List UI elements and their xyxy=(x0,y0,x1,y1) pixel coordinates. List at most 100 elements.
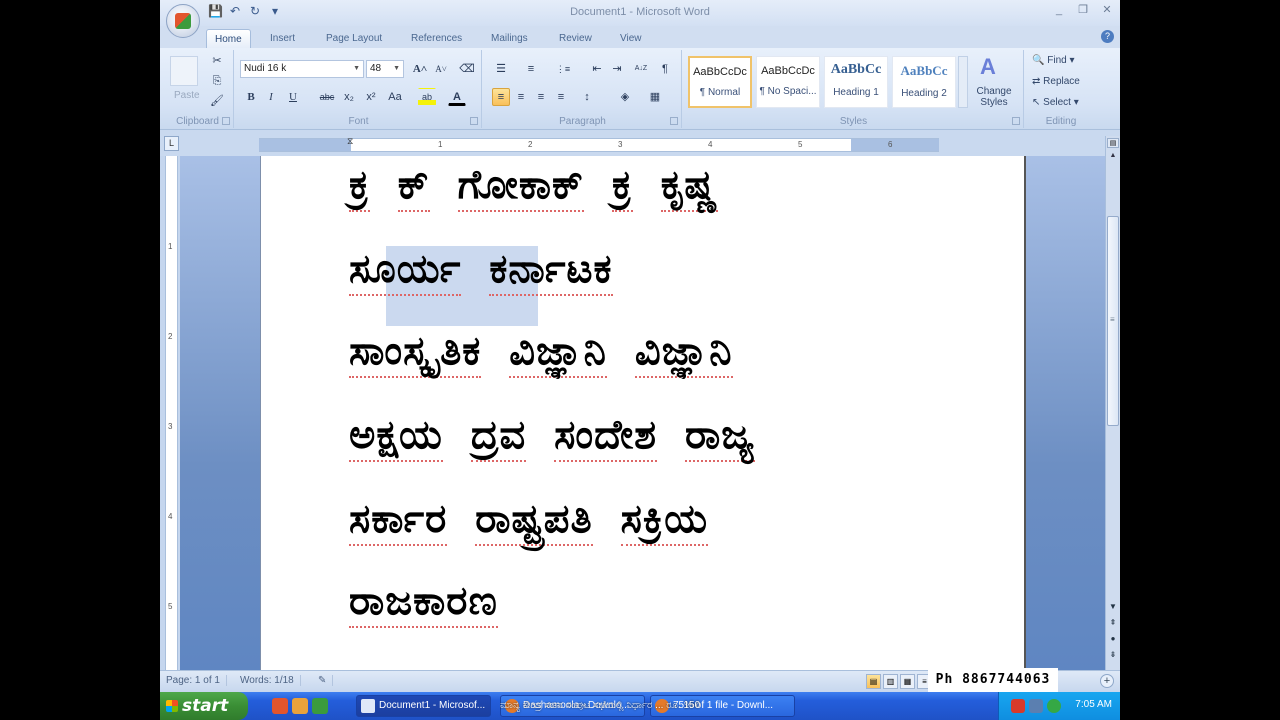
browse-object-icon[interactable]: ● xyxy=(1107,634,1119,646)
scroll-thumb[interactable]: ≡ xyxy=(1107,216,1119,426)
select-button[interactable]: ↖ Select ▾ xyxy=(1032,97,1079,108)
styles-group: AaBbCcDc ¶ Normal AaBbCcDc ¶ No Spaci...… xyxy=(684,50,1024,128)
print-layout-button[interactable]: ▤ xyxy=(866,674,881,689)
style-heading-1[interactable]: AaBbCc Heading 1 xyxy=(824,56,888,108)
multilevel-list-button[interactable]: ⋮≡ xyxy=(554,60,572,78)
tray-icon[interactable] xyxy=(1011,699,1025,713)
scroll-down-arrow[interactable]: ▼ xyxy=(1107,602,1119,614)
tray-icon[interactable] xyxy=(1029,699,1043,713)
shading-button[interactable]: ◈ xyxy=(616,88,634,106)
quick-launch-icon[interactable] xyxy=(272,698,288,714)
doc-line-1[interactable]: ಕ್ರ ಕ್ ಗೋಕಾಕ್ ಕ್ರ ಕೃಷ್ಣ xyxy=(349,162,746,212)
justify-button[interactable]: ≡ xyxy=(552,88,570,106)
tab-references[interactable]: References xyxy=(403,29,470,48)
office-button[interactable] xyxy=(166,4,200,38)
redo-icon[interactable]: ↻ xyxy=(248,4,262,18)
save-icon[interactable]: 💾 xyxy=(208,4,223,18)
style-no-spacing[interactable]: AaBbCcDc ¶ No Spaci... xyxy=(756,56,820,108)
strikethrough-button[interactable]: abc xyxy=(316,88,338,106)
quick-launch-icon[interactable] xyxy=(292,698,308,714)
help-icon[interactable]: ? xyxy=(1101,30,1114,43)
doc-line-6[interactable]: ರಾಜಕಾರಣ xyxy=(349,578,526,628)
vertical-scrollbar[interactable]: ▤ ▲ ≡ ▼ ⇞ ● ⇟ xyxy=(1105,136,1120,670)
align-right-button[interactable]: ≡ xyxy=(532,88,550,106)
taskbar-item-word[interactable]: Document1 - Microsof... xyxy=(356,695,491,717)
undo-icon[interactable]: ↶ xyxy=(228,4,242,18)
doc-line-2[interactable]: ಸೂರ್ಯ ಕರ್ನಾಟಕ xyxy=(349,246,641,296)
style-heading-2[interactable]: AaBbCc Heading 2 xyxy=(892,56,956,108)
highlight-button[interactable]: ab xyxy=(418,88,436,106)
show-marks-button[interactable]: ¶ xyxy=(656,60,674,78)
replace-button[interactable]: ⇄ Replace xyxy=(1032,76,1080,87)
borders-button[interactable]: ▦ xyxy=(646,88,664,106)
find-button[interactable]: 🔍 Find ▾ xyxy=(1032,55,1075,66)
tab-insert[interactable]: Insert xyxy=(262,29,303,48)
bullets-button[interactable]: ☰ xyxy=(492,60,510,78)
doc-line-5[interactable]: ಸರ್ಕಾರ ರಾಷ್ಟ್ರಪತಿ ಸಕ್ರಿಯ xyxy=(349,496,736,546)
quick-access-toolbar: 💾 ↶ ↻ ▾ xyxy=(208,4,282,18)
font-size-combo[interactable]: 48 ▼ xyxy=(366,60,404,78)
numbering-button[interactable]: ≡ xyxy=(522,60,540,78)
center-button[interactable]: ≡ xyxy=(512,88,530,106)
doc-line-3[interactable]: ಸಾಂಸ್ಕೃತಿಕ ವಿಜ್ಞಾನಿ ವಿಜ್ಞಾನಿ xyxy=(349,328,761,378)
start-button[interactable]: start xyxy=(160,692,248,720)
decrease-indent-button[interactable]: ⇤ xyxy=(588,60,606,78)
subscript-button[interactable]: x₂ xyxy=(340,88,358,106)
web-layout-button[interactable]: ▦ xyxy=(900,674,915,689)
style-normal[interactable]: AaBbCcDc ¶ Normal xyxy=(688,56,752,108)
paste-icon[interactable] xyxy=(170,56,198,86)
clear-formatting-icon[interactable]: ⌫ xyxy=(458,60,476,78)
cut-icon[interactable]: ✂ xyxy=(208,52,226,70)
quick-launch-icon[interactable] xyxy=(312,698,328,714)
minimize-button[interactable]: _ xyxy=(1052,3,1066,17)
tab-view[interactable]: View xyxy=(612,29,650,48)
page-count[interactable]: Page: 1 of 1 xyxy=(166,675,227,686)
change-case-button[interactable]: Aa xyxy=(384,88,406,106)
word-count[interactable]: Words: 1/18 xyxy=(240,675,301,686)
previous-page-icon[interactable]: ⇞ xyxy=(1107,618,1119,630)
ruler-toggle-icon[interactable]: ▤ xyxy=(1107,138,1119,148)
style-sample: AaBbCc xyxy=(830,62,882,77)
sort-button[interactable]: A↓Z xyxy=(632,60,650,78)
tab-selector[interactable]: L xyxy=(164,136,179,151)
tab-page-layout[interactable]: Page Layout xyxy=(318,29,390,48)
proofing-icon[interactable]: ✎ xyxy=(318,675,334,686)
font-name-combo[interactable]: Nudi 16 k ▼ xyxy=(240,60,364,78)
tab-mailings[interactable]: Mailings xyxy=(483,29,536,48)
horizontal-ruler[interactable]: 1 2 3 4 5 6 ⧖ xyxy=(259,136,939,152)
styles-launcher[interactable] xyxy=(1012,117,1020,125)
clock[interactable]: 7:05 AM xyxy=(1075,699,1112,710)
restore-button[interactable]: ❐ xyxy=(1076,3,1090,17)
change-styles-button[interactable]: Change Styles xyxy=(974,86,1014,108)
copy-icon[interactable]: ⎘ xyxy=(208,72,226,90)
line-spacing-button[interactable]: ↕ xyxy=(578,88,596,106)
tab-review[interactable]: Review xyxy=(551,29,600,48)
italic-button[interactable]: I xyxy=(262,88,280,106)
styles-scroll[interactable] xyxy=(958,56,968,108)
zoom-in-button[interactable]: + xyxy=(1100,674,1114,688)
grow-font-button[interactable]: A˄ xyxy=(411,60,429,78)
increase-indent-button[interactable]: ⇥ xyxy=(608,60,626,78)
font-launcher[interactable] xyxy=(470,117,478,125)
superscript-button[interactable]: x² xyxy=(362,88,380,106)
document-page[interactable]: ಕ್ರ ಕ್ ಗೋಕಾಕ್ ಕ್ರ ಕೃಷ್ಣ ಸೂರ್ಯ ಕರ್ನಾಟಕ ಸಾಂಸ್ಕೃ… xyxy=(260,156,1026,670)
format-painter-icon[interactable]: 🖌 xyxy=(208,92,226,110)
customize-qat-icon[interactable]: ▾ xyxy=(268,4,282,18)
doc-line-4[interactable]: ಅಕ್ಷಯ ದ್ರವ ಸಂದೇಶ ರಾಜ್ಯ xyxy=(349,412,783,462)
font-color-button[interactable]: A xyxy=(448,88,466,106)
indent-marker[interactable]: ⧖ xyxy=(347,136,353,147)
next-page-icon[interactable]: ⇟ xyxy=(1107,650,1119,662)
clipboard-launcher[interactable] xyxy=(222,117,230,125)
underline-button[interactable]: U xyxy=(284,88,302,106)
doc-word: ಸಂದೇಶ xyxy=(554,412,658,462)
scroll-up-arrow[interactable]: ▲ xyxy=(1107,152,1119,164)
bold-button[interactable]: B xyxy=(242,88,260,106)
full-screen-reading-button[interactable]: ▥ xyxy=(883,674,898,689)
shrink-font-button[interactable]: A˅ xyxy=(432,60,450,78)
paragraph-launcher[interactable] xyxy=(670,117,678,125)
close-button[interactable]: ✕ xyxy=(1100,3,1114,17)
tab-home[interactable]: Home xyxy=(206,29,251,48)
paste-button[interactable]: Paste xyxy=(174,90,200,101)
align-left-button[interactable]: ≡ xyxy=(492,88,510,106)
utorrent-icon[interactable] xyxy=(1047,699,1061,713)
